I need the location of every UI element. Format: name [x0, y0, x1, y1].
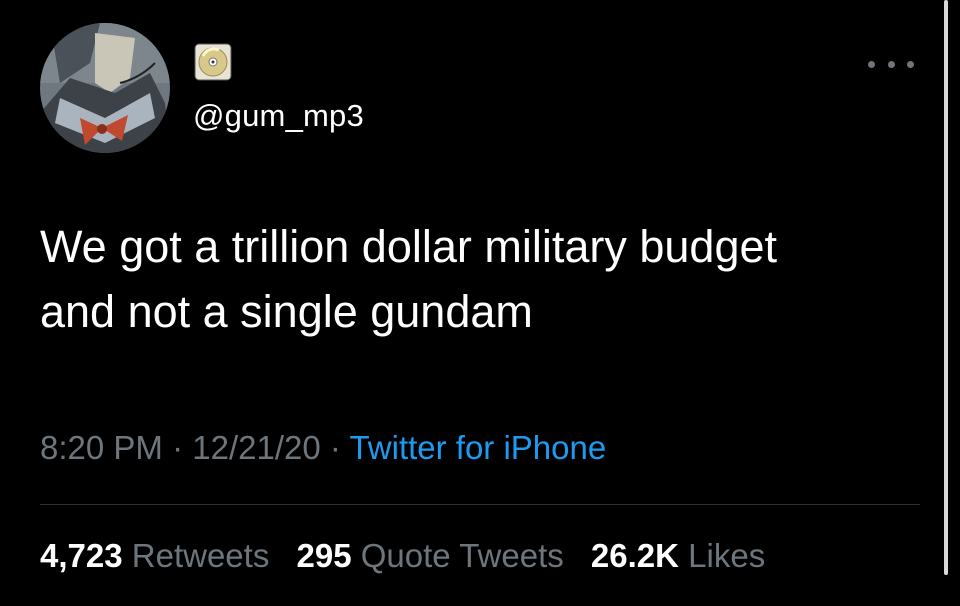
tweet-time[interactable]: 8:20 PM [40, 429, 163, 466]
tweet-text: We got a trillion dollar military budget… [40, 214, 920, 344]
retweets-stat[interactable]: 4,723 Retweets [40, 537, 269, 574]
more-options-button[interactable] [868, 52, 914, 76]
tweet-source-link[interactable]: Twitter for iPhone [349, 429, 606, 466]
meta-separator: · [320, 429, 350, 466]
tweet-stats: 4,723 Retweets 295 Quote Tweets 26.2K Li… [40, 536, 765, 576]
profile-avatar[interactable] [40, 23, 170, 153]
likes-stat[interactable]: 26.2K Likes [591, 537, 765, 574]
tweet-date[interactable]: 12/21/20 [192, 429, 320, 466]
tweet-metadata: 8:20 PM · 12/21/20 · Twitter for iPhone [40, 428, 606, 468]
more-icon [907, 60, 914, 68]
more-icon [868, 60, 875, 68]
quote-tweets-count: 295 [296, 537, 352, 574]
retweets-label: Retweets [131, 537, 270, 574]
likes-count: 26.2K [590, 537, 679, 574]
retweets-count: 4,723 [40, 537, 123, 574]
quote-tweets-stat[interactable]: 295 Quote Tweets [297, 537, 564, 574]
likes-label: Likes [688, 537, 766, 574]
meta-separator: · [162, 429, 193, 466]
cd-disc-emoji-icon [193, 42, 233, 82]
user-handle[interactable]: @gum_mp3 [193, 96, 364, 136]
tweet-text-line-2: and not a single gundam [40, 286, 533, 337]
quote-tweets-label: Quote Tweets [360, 537, 564, 574]
divider [40, 504, 920, 505]
tweet: @gum_mp3 We got a trillion dollar milita… [0, 0, 960, 606]
scrollbar[interactable] [944, 0, 948, 575]
avatar-image [40, 23, 170, 153]
more-icon [887, 60, 895, 68]
tweet-text-line-1: We got a trillion dollar military budget [40, 221, 778, 272]
